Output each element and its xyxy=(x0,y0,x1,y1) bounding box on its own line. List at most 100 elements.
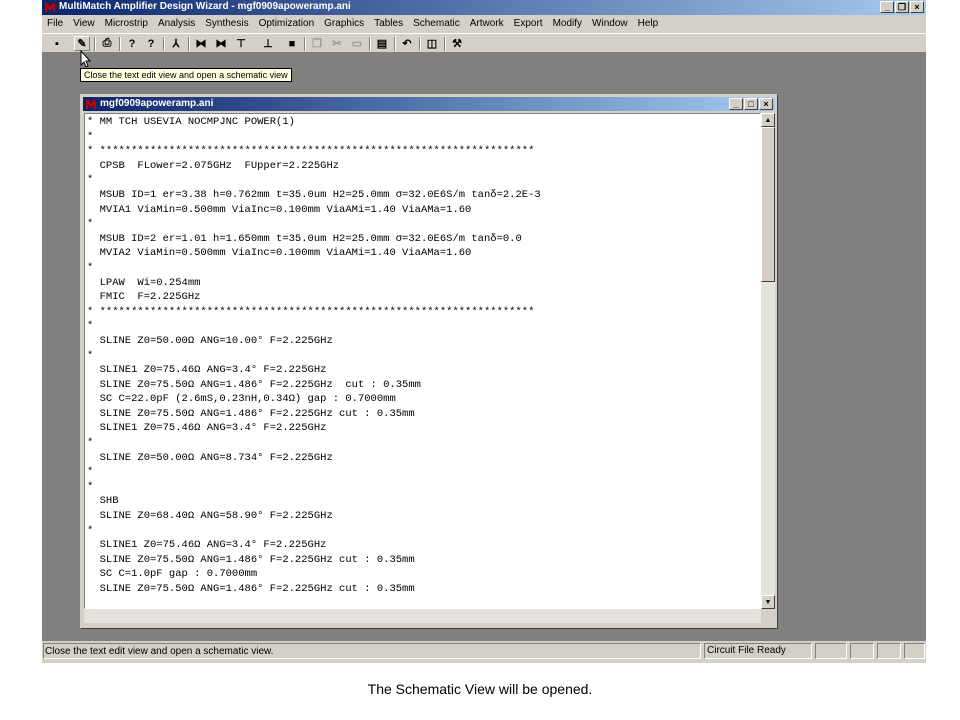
mdi-workspace: mgf0909apoweramp.ani _ □ × * MM TCH USEV… xyxy=(42,50,926,641)
scroll-down-button[interactable]: ▼ xyxy=(761,595,775,609)
menu-modify[interactable]: Modify xyxy=(548,18,587,29)
vertical-scrollbar[interactable]: ▲ ▼ xyxy=(761,113,775,609)
text-line: SLINE Z0=75.50Ω ANG=1.486° F=2.225GHz cu… xyxy=(87,378,421,391)
child-minimize-button[interactable]: _ xyxy=(729,98,743,110)
window-icon[interactable]: ◫ xyxy=(424,36,440,51)
toolbar: ▪ ✎ ⎙ ? ? ⅄ ⧓ ⧓ ⊤ ⊥ ■ ❐ ✂ ▭ ▤ ↶ ◫ ⚒ xyxy=(42,33,926,53)
tool-1-icon[interactable]: ⧓ xyxy=(193,36,209,51)
menu-file[interactable]: File xyxy=(42,18,68,29)
text-line: * xyxy=(87,174,94,187)
text-line: SC C=1.0pF gap : 0.7000mm xyxy=(87,568,258,581)
text-line: MVIA2 ViaMin=0.500mm ViaInc=0.100mm ViaA… xyxy=(87,247,472,260)
application-window: MultiMatch Amplifier Design Wizard - mgf… xyxy=(42,0,926,663)
text-editor[interactable]: * MM TCH USEVIA NOCMPJNC POWER(1) * * ****… xyxy=(84,113,761,609)
app-close-button[interactable]: × xyxy=(910,1,924,13)
text-line: FMIC F=2.225GHz xyxy=(87,291,201,304)
app-minimize-button[interactable]: _ xyxy=(880,1,894,13)
status-pane-1 xyxy=(815,643,847,659)
undo-icon[interactable]: ↶ xyxy=(399,36,415,51)
status-bar: Close the text edit view and open a sche… xyxy=(42,643,926,660)
save-icon[interactable]: ▪ xyxy=(49,36,65,51)
cut-icon[interactable]: ✂ xyxy=(329,36,345,51)
text-line: SLINE1 Z0=75.46Ω ANG=3.4° F=2.225GHz xyxy=(87,364,327,377)
text-line: LPAW Wi=0.254mm xyxy=(87,276,201,289)
menu-graphics[interactable]: Graphics xyxy=(319,18,369,29)
scroll-thumb[interactable] xyxy=(761,127,775,282)
menu-help[interactable]: Help xyxy=(633,18,664,29)
help-icon[interactable]: ? xyxy=(124,36,140,51)
text-line: * xyxy=(87,466,94,479)
text-line: * xyxy=(87,218,94,231)
open-schematic-icon[interactable]: ✎ xyxy=(74,36,90,51)
text-line: CPSB FLower=2.075GHz FUpper=2.225GHz xyxy=(87,159,340,172)
text-line: SLINE Z0=75.50Ω ANG=1.486° F=2.225GHz cu… xyxy=(87,553,415,566)
horizontal-scrollbar[interactable] xyxy=(84,609,761,623)
status-message: Close the text edit view and open a sche… xyxy=(43,643,701,659)
menu-tables[interactable]: Tables xyxy=(369,18,408,29)
text-edit-window: mgf0909apoweramp.ani _ □ × * MM TCH USEV… xyxy=(80,94,778,629)
text-line: * xyxy=(87,320,94,333)
stop-icon[interactable]: ■ xyxy=(284,36,300,51)
size-grip xyxy=(761,609,775,623)
tooltip: Close the text edit view and open a sche… xyxy=(80,68,292,82)
text-line: * **************************************… xyxy=(87,305,535,318)
text-line: MVIA1 ViaMin=0.500mm ViaInc=0.100mm ViaA… xyxy=(87,203,472,216)
status-pane-3 xyxy=(877,643,901,659)
text-line: SC C=22.0pF (2.6mS,0.23nH,0.34Ω) gap : 0… xyxy=(87,393,396,406)
text-line: * xyxy=(87,524,94,537)
menu-synthesis[interactable]: Synthesis xyxy=(200,18,253,29)
tool-3-icon[interactable]: ⊤ xyxy=(233,36,249,51)
text-line: SLINE Z0=50.00Ω ANG=8.734° F=2.225GHz xyxy=(87,451,333,464)
circuit-file-text: * MM TCH USEVIA NOCMPJNC POWER(1) * * ****… xyxy=(87,115,541,597)
menu-window[interactable]: Window xyxy=(587,18,633,29)
menu-analysis[interactable]: Analysis xyxy=(153,18,200,29)
text-line: * xyxy=(87,349,94,362)
app-title: MultiMatch Amplifier Design Wizard - mgf… xyxy=(59,1,351,12)
menu-microstrip[interactable]: Microstrip xyxy=(100,18,153,29)
tool-2-icon[interactable]: ⧓ xyxy=(213,36,229,51)
text-line: * xyxy=(87,261,94,274)
document-icon xyxy=(86,100,96,109)
menu-bar: File View Microstrip Analysis Synthesis … xyxy=(42,15,926,32)
text-line: SLINE Z0=50.00Ω ANG=10.00° F=2.225GHz xyxy=(87,334,333,347)
child-close-button[interactable]: × xyxy=(759,98,773,110)
amplifier-icon[interactable]: ⅄ xyxy=(168,36,184,51)
text-line: SHB xyxy=(87,495,119,508)
text-line: SLINE Z0=68.40Ω ANG=58.90° F=2.225GHz xyxy=(87,510,333,523)
tool-4-icon[interactable]: ⊥ xyxy=(260,36,276,51)
text-line: MSUB ID=1 er=3.38 h=0.762mm t=35.0um H2=… xyxy=(87,188,541,201)
copy-icon[interactable]: ❐ xyxy=(309,36,325,51)
text-line: SLINE1 Z0=75.46Ω ANG=3.4° F=2.225GHz xyxy=(87,539,327,552)
print-icon[interactable]: ⎙ xyxy=(99,36,115,51)
paste-icon[interactable]: ▭ xyxy=(349,36,365,51)
caption: The Schematic View will be opened. xyxy=(367,681,593,697)
clipboard-icon[interactable]: ▤ xyxy=(374,36,390,51)
text-line: * xyxy=(87,130,94,143)
text-line: * MM TCH USEVIA NOCMPJNC POWER(1) xyxy=(87,116,295,128)
scroll-up-button[interactable]: ▲ xyxy=(761,113,775,127)
hammer-icon[interactable]: ⚒ xyxy=(449,36,465,51)
child-maximize-button[interactable]: □ xyxy=(744,98,758,110)
text-line: MSUB ID=2 er=1.01 h=1.650mm t=35.0um H2=… xyxy=(87,232,522,245)
text-line: * xyxy=(87,437,94,450)
text-line: * xyxy=(87,480,94,493)
menu-view[interactable]: View xyxy=(68,18,100,29)
mouse-pointer-icon xyxy=(80,50,92,68)
status-pane-4 xyxy=(904,643,925,659)
text-line: * **************************************… xyxy=(87,145,535,158)
child-title-bar[interactable]: mgf0909apoweramp.ani _ □ × xyxy=(83,97,775,111)
app-logo-icon xyxy=(45,3,55,12)
text-line: SLINE1 Z0=75.46Ω ANG=3.4° F=2.225GHz xyxy=(87,422,327,435)
context-help-icon[interactable]: ? xyxy=(143,36,159,51)
status-pane-2 xyxy=(850,643,874,659)
text-line: SLINE Z0=75.50Ω ANG=1.486° F=2.225GHz cu… xyxy=(87,583,415,595)
text-line: SLINE Z0=75.50Ω ANG=1.486° F=2.225GHz cu… xyxy=(87,407,415,420)
status-ready: Circuit File Ready xyxy=(704,643,812,659)
child-title: mgf0909apoweramp.ani xyxy=(100,98,214,109)
app-restore-button[interactable]: ❐ xyxy=(895,1,909,13)
app-title-bar[interactable]: MultiMatch Amplifier Design Wizard - mgf… xyxy=(42,0,926,15)
menu-artwork[interactable]: Artwork xyxy=(465,18,509,29)
menu-schematic[interactable]: Schematic xyxy=(408,18,465,29)
menu-optimization[interactable]: Optimization xyxy=(254,18,320,29)
menu-export[interactable]: Export xyxy=(509,18,548,29)
